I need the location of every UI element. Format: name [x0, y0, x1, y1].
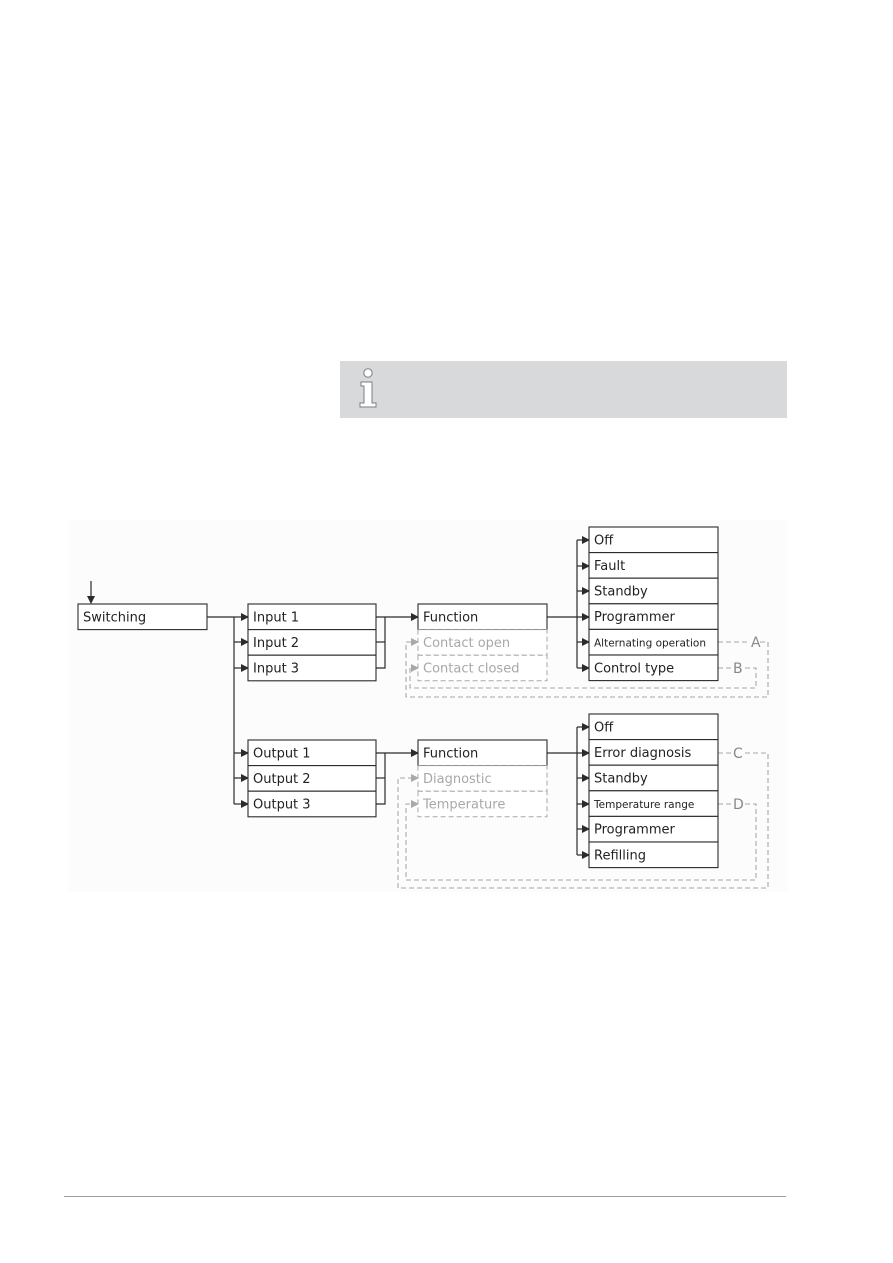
node-in-input-3: Input 3 [247, 654, 377, 682]
node-in-opt-programmer: Programmer [588, 603, 719, 630]
node-label: Contact open [423, 636, 510, 651]
node-label: Switching [83, 610, 146, 625]
node-out-opt-error-diagnosis: Error diagnosis [588, 739, 719, 766]
node-label: Input 2 [253, 636, 299, 651]
node-out-opt-temperature-range: Temperature range [588, 790, 719, 817]
node-out-diagnostic: Diagnostic [417, 765, 548, 792]
node-out-output-3: Output 3 [247, 790, 377, 818]
node-out-opt-standby: Standby [588, 764, 719, 792]
node-out-opt-refilling: Refilling [588, 841, 719, 869]
node-label: Programmer [594, 610, 676, 625]
node-label: Error diagnosis [594, 746, 691, 761]
reference-tag-c: C [733, 746, 743, 762]
node-label: Function [423, 746, 478, 761]
node-in-opt-standby: Standby [588, 577, 719, 605]
node-in-opt-control-type: Control type [588, 654, 719, 682]
node-label: Programmer [594, 823, 676, 838]
node-in-opt-off: Off [588, 526, 719, 554]
node-out-output-1: Output 1 [247, 739, 377, 767]
node-out-output-2: Output 2 [247, 765, 377, 792]
node-label: Output 3 [253, 798, 311, 813]
node-in-contact-closed: Contact closed [417, 654, 548, 682]
node-label: Refilling [594, 848, 646, 863]
node-label: Standby [594, 585, 648, 600]
node-label: Contact closed [423, 662, 519, 677]
footer-divider [64, 1196, 786, 1197]
node-out-opt-off: Off [588, 713, 719, 741]
node-out-temperature: Temperature [417, 790, 548, 818]
node-in-input-2: Input 2 [247, 629, 377, 656]
node-label: Off [594, 720, 614, 735]
node-label: Temperature range [593, 799, 694, 811]
node-label: Input 1 [253, 610, 299, 625]
node-in-contact-open: Contact open [417, 629, 548, 656]
node-in-input-1: Input 1 [247, 603, 377, 631]
node-label: Standby [594, 772, 648, 787]
node-in-opt-alternating-operation: Alternating operation [588, 628, 719, 656]
node-root-switching: Switching [77, 603, 208, 631]
node-label: Diagnostic [423, 772, 492, 787]
node-label: Input 3 [253, 662, 299, 677]
node-in-opt-fault: Fault [588, 552, 719, 579]
node-out-function: Function [417, 739, 548, 767]
node-label: Control type [594, 661, 674, 676]
reference-tag-b: B [733, 661, 743, 677]
node-label: Fault [594, 559, 625, 574]
node-label: Function [423, 610, 478, 625]
node-label: Alternating operation [594, 638, 706, 650]
node-label: Output 2 [253, 772, 311, 787]
node-label: Temperature [422, 798, 505, 813]
node-in-function: Function [417, 603, 548, 631]
menu-structure-diagram: Switching Input 1 Input 2 Input 3 Function Co… [77, 526, 769, 889]
reference-tag-a: A [751, 635, 761, 651]
node-out-opt-programmer: Programmer [588, 815, 719, 843]
node-label: Output 1 [253, 746, 311, 761]
node-label: Off [594, 533, 614, 548]
reference-tag-d: D [733, 797, 744, 813]
